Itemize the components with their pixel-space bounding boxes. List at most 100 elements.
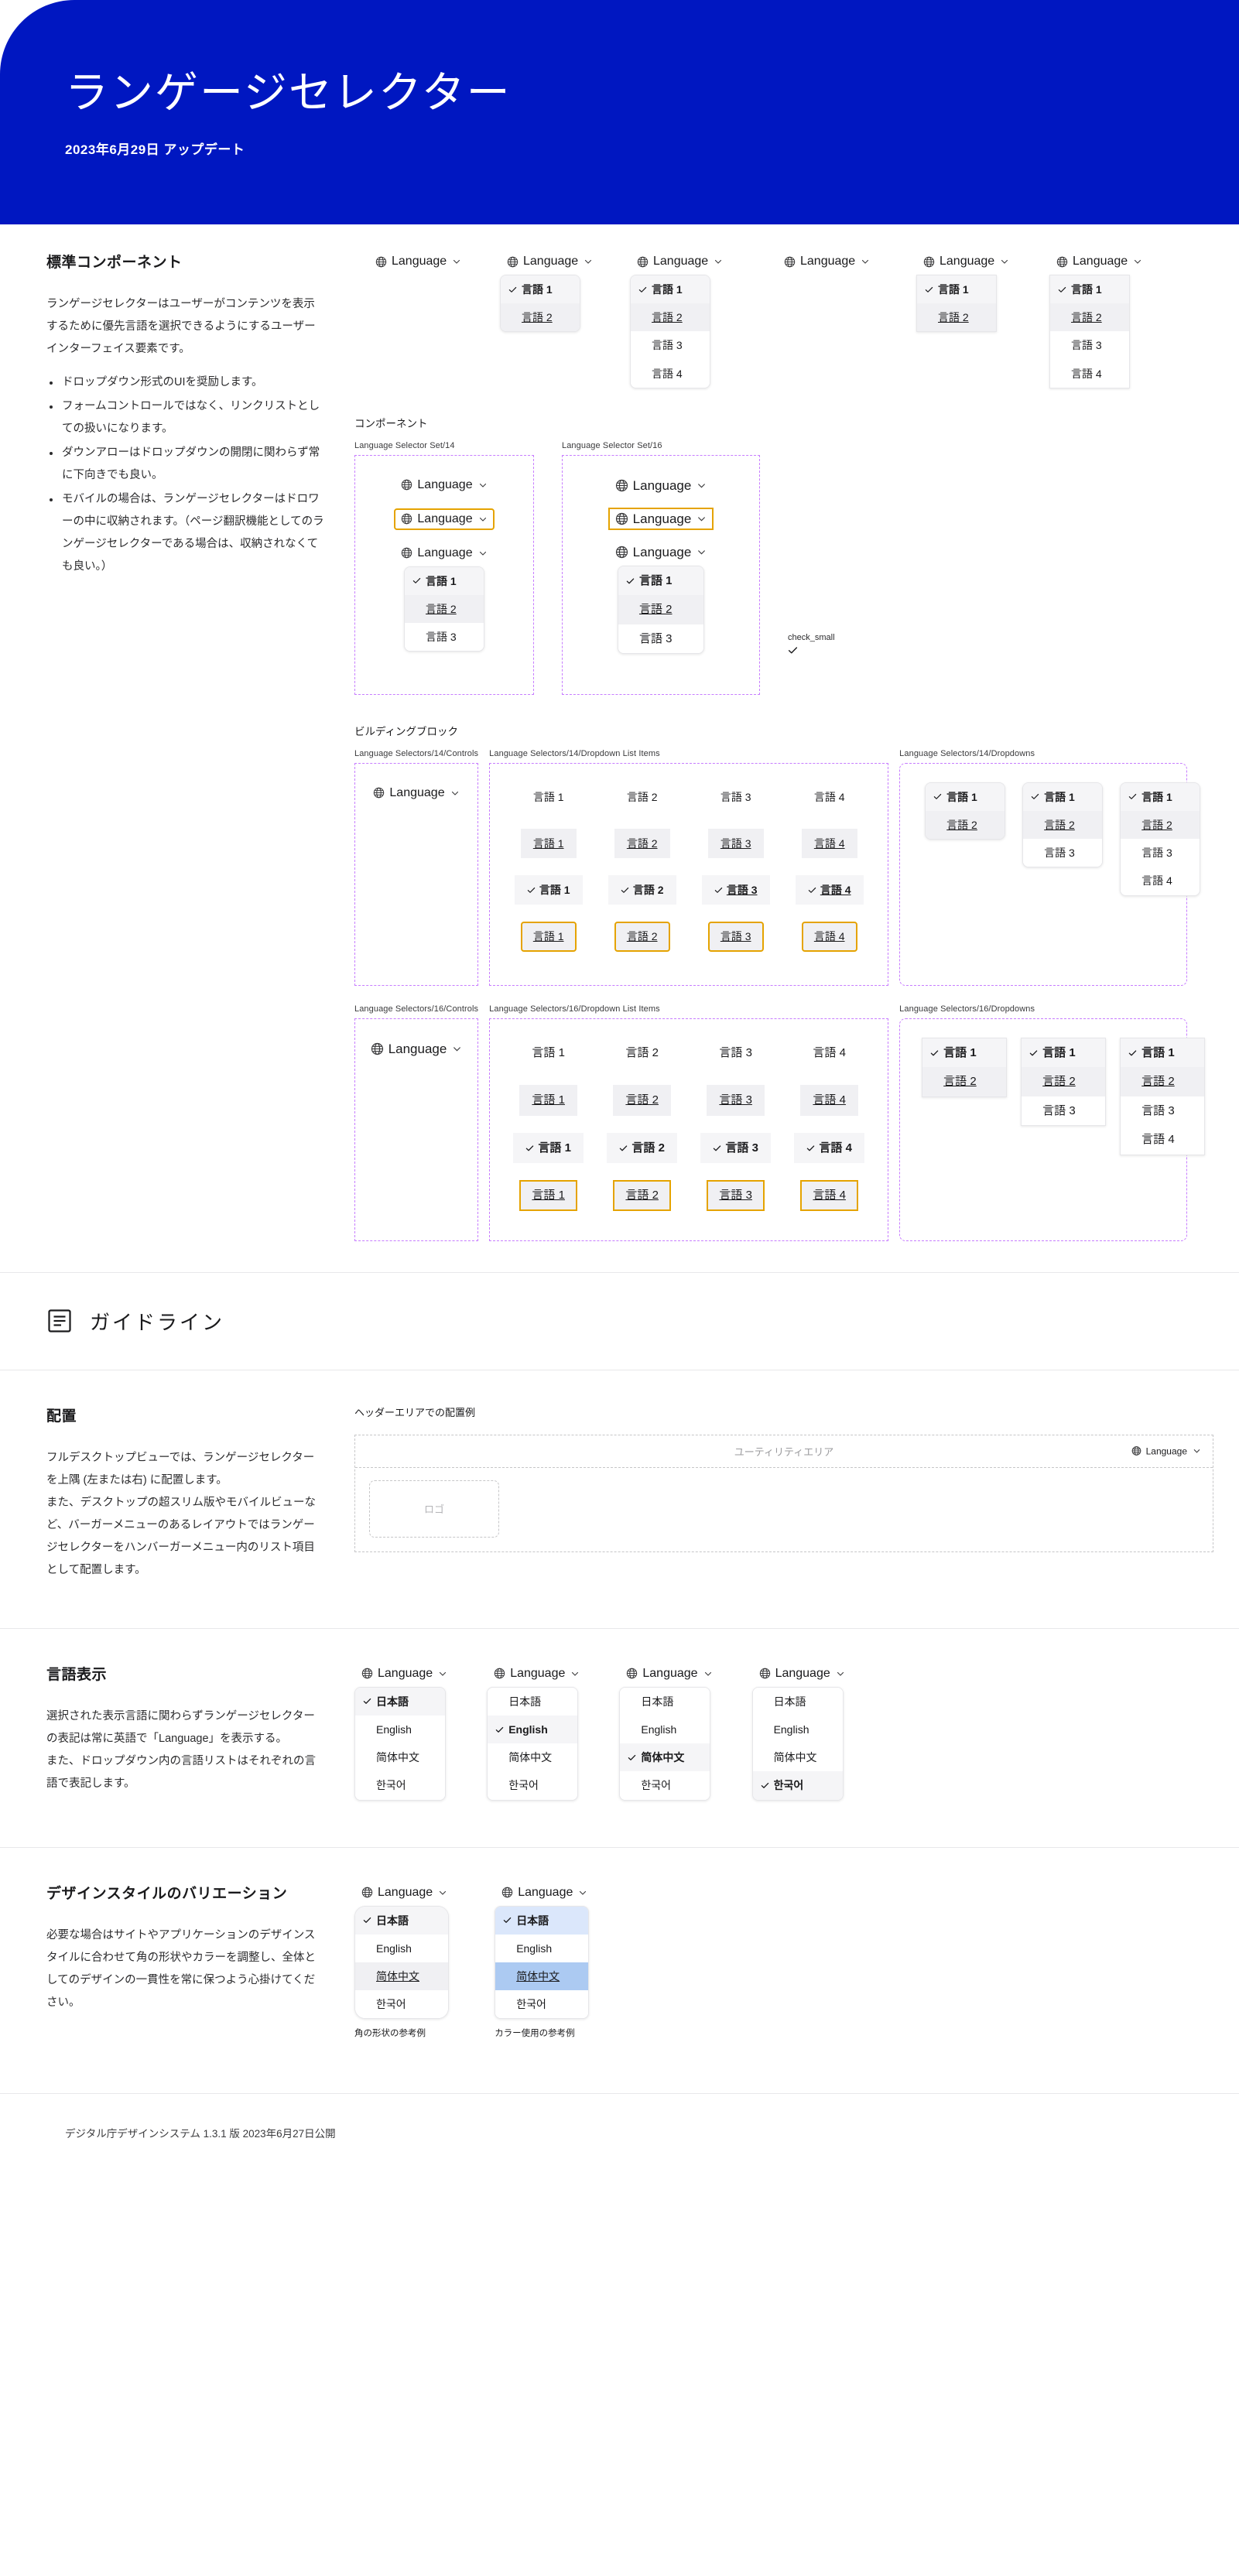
list-item-hover[interactable]: 言語 3	[707, 1085, 765, 1116]
list-item-selected[interactable]: 言語 2	[607, 1132, 677, 1164]
list-item-hover[interactable]: 言語 2	[613, 1085, 671, 1116]
dropdown-item[interactable]: 言語 3	[1121, 1096, 1205, 1126]
dropdown-item[interactable]: 言語 2	[1050, 303, 1129, 332]
dropdown-item[interactable]: 한국어	[752, 1771, 843, 1800]
dropdown-item[interactable]: 言語 3	[405, 623, 484, 652]
language-selector-trigger[interactable]: Language	[608, 541, 714, 563]
dropdown-item[interactable]: 言語 3	[1023, 839, 1103, 867]
dropdown-item[interactable]: 言語 1	[501, 275, 580, 304]
list-item-hover[interactable]: 言語 1	[520, 828, 577, 859]
dropdown-item[interactable]: 日本語	[620, 1687, 710, 1716]
dropdown-item[interactable]: 日本語	[495, 1906, 589, 1935]
list-item[interactable]: 言語 4	[800, 1038, 858, 1069]
dropdown-item[interactable]: 日本語	[488, 1687, 578, 1716]
dropdown-item[interactable]: 言語 2	[1121, 1067, 1205, 1096]
list-item-selected[interactable]: 言語 4	[795, 875, 864, 905]
language-selector-trigger[interactable]: Language	[364, 1038, 470, 1060]
list-item-selected[interactable]: 言語 1	[514, 875, 583, 905]
dropdown-item[interactable]: 言語 1	[1050, 275, 1129, 304]
list-item-focused[interactable]: 言語 4	[800, 1180, 858, 1211]
language-selector-trigger[interactable]: Language	[495, 1882, 594, 1904]
list-item-hover[interactable]: 言語 3	[707, 828, 764, 859]
dropdown-item[interactable]: 言語 1	[1121, 782, 1200, 811]
dropdown-item[interactable]: English	[488, 1715, 578, 1744]
language-selector-trigger[interactable]: Language	[394, 474, 494, 496]
language-selector-trigger[interactable]: Language	[1049, 251, 1149, 272]
dropdown-item[interactable]: 言語 3	[618, 624, 703, 654]
dropdown-item[interactable]: 言語 2	[618, 595, 703, 624]
list-item[interactable]: 言語 2	[614, 782, 670, 812]
language-selector-trigger[interactable]: Language	[608, 474, 714, 497]
dropdown-item[interactable]: English	[495, 1934, 589, 1962]
language-selector-trigger[interactable]: Language	[1124, 1442, 1208, 1461]
list-item[interactable]: 言語 3	[708, 782, 764, 812]
list-item-hover[interactable]: 言語 2	[614, 828, 670, 859]
dropdown-item[interactable]: 한국어	[488, 1771, 578, 1800]
dropdown-item[interactable]: 言語 1	[618, 566, 703, 596]
dropdown-item[interactable]: 日本語	[355, 1906, 448, 1935]
dropdown-item[interactable]: 日本語	[752, 1687, 843, 1716]
language-selector-trigger-focused[interactable]: Language	[608, 507, 714, 530]
dropdown-item[interactable]: 言語 4	[631, 359, 710, 388]
dropdown-item[interactable]: English	[355, 1715, 445, 1744]
dropdown-item[interactable]: 言語 4	[1121, 867, 1200, 895]
list-item-focused[interactable]: 言語 1	[519, 1180, 577, 1211]
list-item-focused[interactable]: 言語 2	[613, 1180, 671, 1211]
dropdown-item[interactable]: 简体中文	[620, 1743, 710, 1772]
language-selector-trigger[interactable]: Language	[500, 251, 600, 272]
dropdown-item[interactable]: 言語 3	[1022, 1096, 1106, 1126]
dropdown-item[interactable]: 言語 3	[1050, 331, 1129, 360]
dropdown-item[interactable]: 简体中文	[752, 1743, 843, 1772]
dropdown-item[interactable]: English	[752, 1715, 843, 1744]
list-item-hover[interactable]: 言語 4	[801, 828, 857, 859]
dropdown-item[interactable]: 言語 2	[631, 303, 710, 332]
dropdown-item[interactable]: 言語 1	[631, 275, 710, 304]
dropdown-item[interactable]: 日本語	[355, 1687, 445, 1716]
dropdown-item[interactable]: 言語 2	[926, 810, 1005, 840]
dropdown-item[interactable]: 言語 1	[922, 1038, 1007, 1068]
list-item-focused[interactable]: 言語 2	[614, 922, 670, 952]
language-selector-trigger-focused[interactable]: Language	[394, 508, 495, 530]
language-selector-trigger[interactable]: Language	[366, 782, 466, 804]
dropdown-item[interactable]: 한국어	[620, 1771, 710, 1800]
dropdown-item[interactable]: 简体中文	[488, 1743, 578, 1772]
language-selector-trigger[interactable]: Language	[777, 251, 877, 272]
list-item[interactable]: 言語 2	[613, 1038, 671, 1069]
dropdown-item[interactable]: 言語 1	[926, 782, 1005, 811]
dropdown-item[interactable]: 言語 2	[1023, 810, 1103, 840]
list-item-focused[interactable]: 言語 4	[801, 922, 857, 952]
language-selector-trigger[interactable]: Language	[487, 1663, 587, 1685]
dropdown-item[interactable]: 言語 4	[1121, 1125, 1205, 1155]
list-item-selected[interactable]: 言語 1	[513, 1132, 584, 1164]
dropdown-item[interactable]: 言語 1	[917, 275, 996, 304]
language-selector-trigger[interactable]: Language	[752, 1663, 852, 1685]
dropdown-item[interactable]: 言語 2	[1022, 1067, 1106, 1096]
dropdown-item[interactable]: 言語 1	[1121, 1038, 1205, 1068]
dropdown-item[interactable]: 言語 1	[1023, 782, 1103, 811]
dropdown-item[interactable]: 한국어	[495, 1990, 589, 2019]
language-selector-trigger[interactable]: Language	[630, 251, 730, 272]
dropdown-item[interactable]: 简体中文	[355, 1962, 448, 1991]
dropdown-item[interactable]: 言語 2	[405, 594, 484, 624]
list-item-selected[interactable]: 言語 3	[700, 1132, 771, 1164]
dropdown-item[interactable]: 한국어	[355, 1990, 448, 2019]
dropdown-item[interactable]: 言語 4	[1050, 359, 1129, 388]
dropdown-item[interactable]: 言語 3	[1121, 839, 1200, 867]
language-selector-trigger[interactable]: Language	[354, 1663, 454, 1685]
list-item-focused[interactable]: 言語 3	[707, 922, 764, 952]
list-item-focused[interactable]: 言語 1	[520, 922, 577, 952]
list-item[interactable]: 言語 4	[802, 782, 857, 812]
dropdown-item[interactable]: 言語 2	[917, 303, 996, 332]
list-item-hover[interactable]: 言語 4	[800, 1085, 858, 1116]
language-selector-trigger[interactable]: Language	[619, 1663, 719, 1685]
list-item-selected[interactable]: 言語 3	[701, 875, 770, 905]
dropdown-item[interactable]: 简体中文	[495, 1962, 589, 1991]
dropdown-item[interactable]: English	[355, 1934, 448, 1962]
list-item[interactable]: 言語 1	[519, 1038, 577, 1069]
dropdown-item[interactable]: 言語 2	[1121, 810, 1200, 840]
dropdown-item[interactable]: 简体中文	[355, 1743, 445, 1772]
language-selector-trigger[interactable]: Language	[916, 251, 1016, 272]
language-selector-trigger[interactable]: Language	[368, 251, 468, 272]
language-selector-trigger[interactable]: Language	[394, 542, 494, 564]
list-item-selected[interactable]: 言語 2	[608, 875, 676, 905]
